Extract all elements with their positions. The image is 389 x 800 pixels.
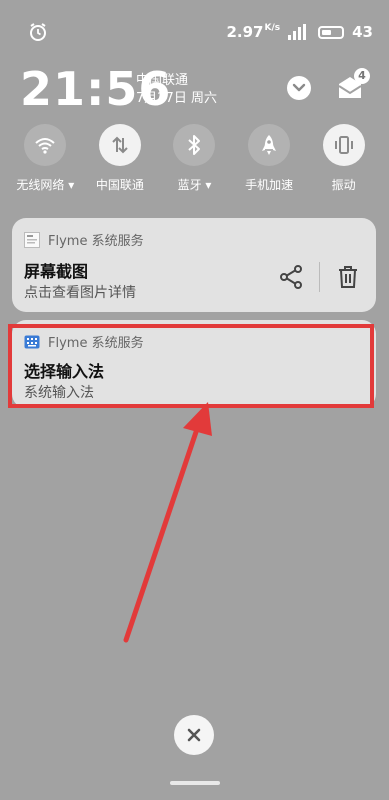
notification-screenshot[interactable]: Flyme 系统服务 屏幕截图 点击查看图片详情 xyxy=(12,218,376,312)
battery-icon xyxy=(318,25,345,39)
clear-all-button[interactable] xyxy=(174,715,214,755)
share-icon[interactable] xyxy=(278,264,304,290)
status-indicators: 2.97 K/s 43 xyxy=(226,22,373,42)
toggle-mobile-data-label: 中国联通 xyxy=(95,178,144,192)
toggle-boost-label: 手机加速 xyxy=(245,178,294,192)
notification-count-badge: 4 xyxy=(354,68,370,84)
screenshot-thumbnail-icon xyxy=(24,231,40,248)
toggle-vibrate-label: 振动 xyxy=(331,178,356,192)
toggle-mobile-data-circle[interactable] xyxy=(98,124,141,166)
toggle-boost-circle[interactable] xyxy=(248,124,291,166)
home-indicator[interactable] xyxy=(170,781,220,785)
toggle-boost[interactable]: 手机加速 xyxy=(234,124,304,193)
toggle-mobile-data[interactable]: 中国联通 xyxy=(85,124,155,193)
alarm-icon xyxy=(30,23,46,41)
chevron-down-icon xyxy=(292,83,306,92)
action-divider xyxy=(319,262,320,292)
notification-app-row: Flyme 系统服务 xyxy=(24,230,144,249)
network-speed-value: 2.97 xyxy=(226,23,264,41)
expand-button[interactable] xyxy=(287,76,311,100)
close-icon xyxy=(187,728,201,742)
toggle-wifi-label: 无线网络 ▾ xyxy=(16,178,75,192)
quick-settings: 无线网络 ▾ 中国联通 蓝牙 ▾ 手机加速 振动 xyxy=(0,124,389,193)
network-speed-unit: K/s xyxy=(264,23,281,33)
notification-app-name: Flyme 系统服务 xyxy=(48,234,144,249)
notification-title: 选择输入法 xyxy=(24,362,105,381)
battery-level: 43 xyxy=(352,23,373,41)
toggle-wifi[interactable]: 无线网络 ▾ xyxy=(10,124,80,193)
notification-title: 屏幕截图 xyxy=(24,262,89,281)
notification-inbox-button[interactable]: 4 xyxy=(334,68,370,104)
vibrate-icon xyxy=(334,136,353,154)
bluetooth-icon xyxy=(188,135,201,155)
signal-icon xyxy=(288,24,307,40)
network-speed: 2.97 K/s xyxy=(226,23,280,41)
carrier-name: 中国联通 xyxy=(136,73,189,88)
trash-icon[interactable] xyxy=(336,264,360,290)
toggle-wifi-circle[interactable] xyxy=(24,124,67,166)
carrier-date: 中国联通 7月27日 周六 xyxy=(136,72,217,108)
toggle-bluetooth[interactable]: 蓝牙 ▾ xyxy=(159,124,229,193)
date-text: 7月27日 周六 xyxy=(136,91,217,106)
keyboard-icon xyxy=(24,335,40,348)
toggle-bluetooth-circle[interactable] xyxy=(173,124,216,166)
notification-subtitle: 点击查看图片详情 xyxy=(24,285,136,301)
notification-subtitle: 系统输入法 xyxy=(24,385,94,401)
wifi-icon xyxy=(35,138,55,154)
notification-app-row: Flyme 系统服务 xyxy=(24,332,144,351)
notification-input-method[interactable]: Flyme 系统服务 选择输入法 系统输入法 xyxy=(12,320,376,408)
rocket-icon xyxy=(262,135,277,155)
notification-app-name: Flyme 系统服务 xyxy=(48,336,144,351)
toggle-vibrate[interactable]: 振动 xyxy=(309,124,379,193)
toggle-bluetooth-label: 蓝牙 ▾ xyxy=(177,178,212,192)
toggle-vibrate-circle[interactable] xyxy=(322,124,365,166)
status-bar: 2.97 K/s 43 xyxy=(0,0,389,60)
mobile-data-icon xyxy=(112,136,128,154)
